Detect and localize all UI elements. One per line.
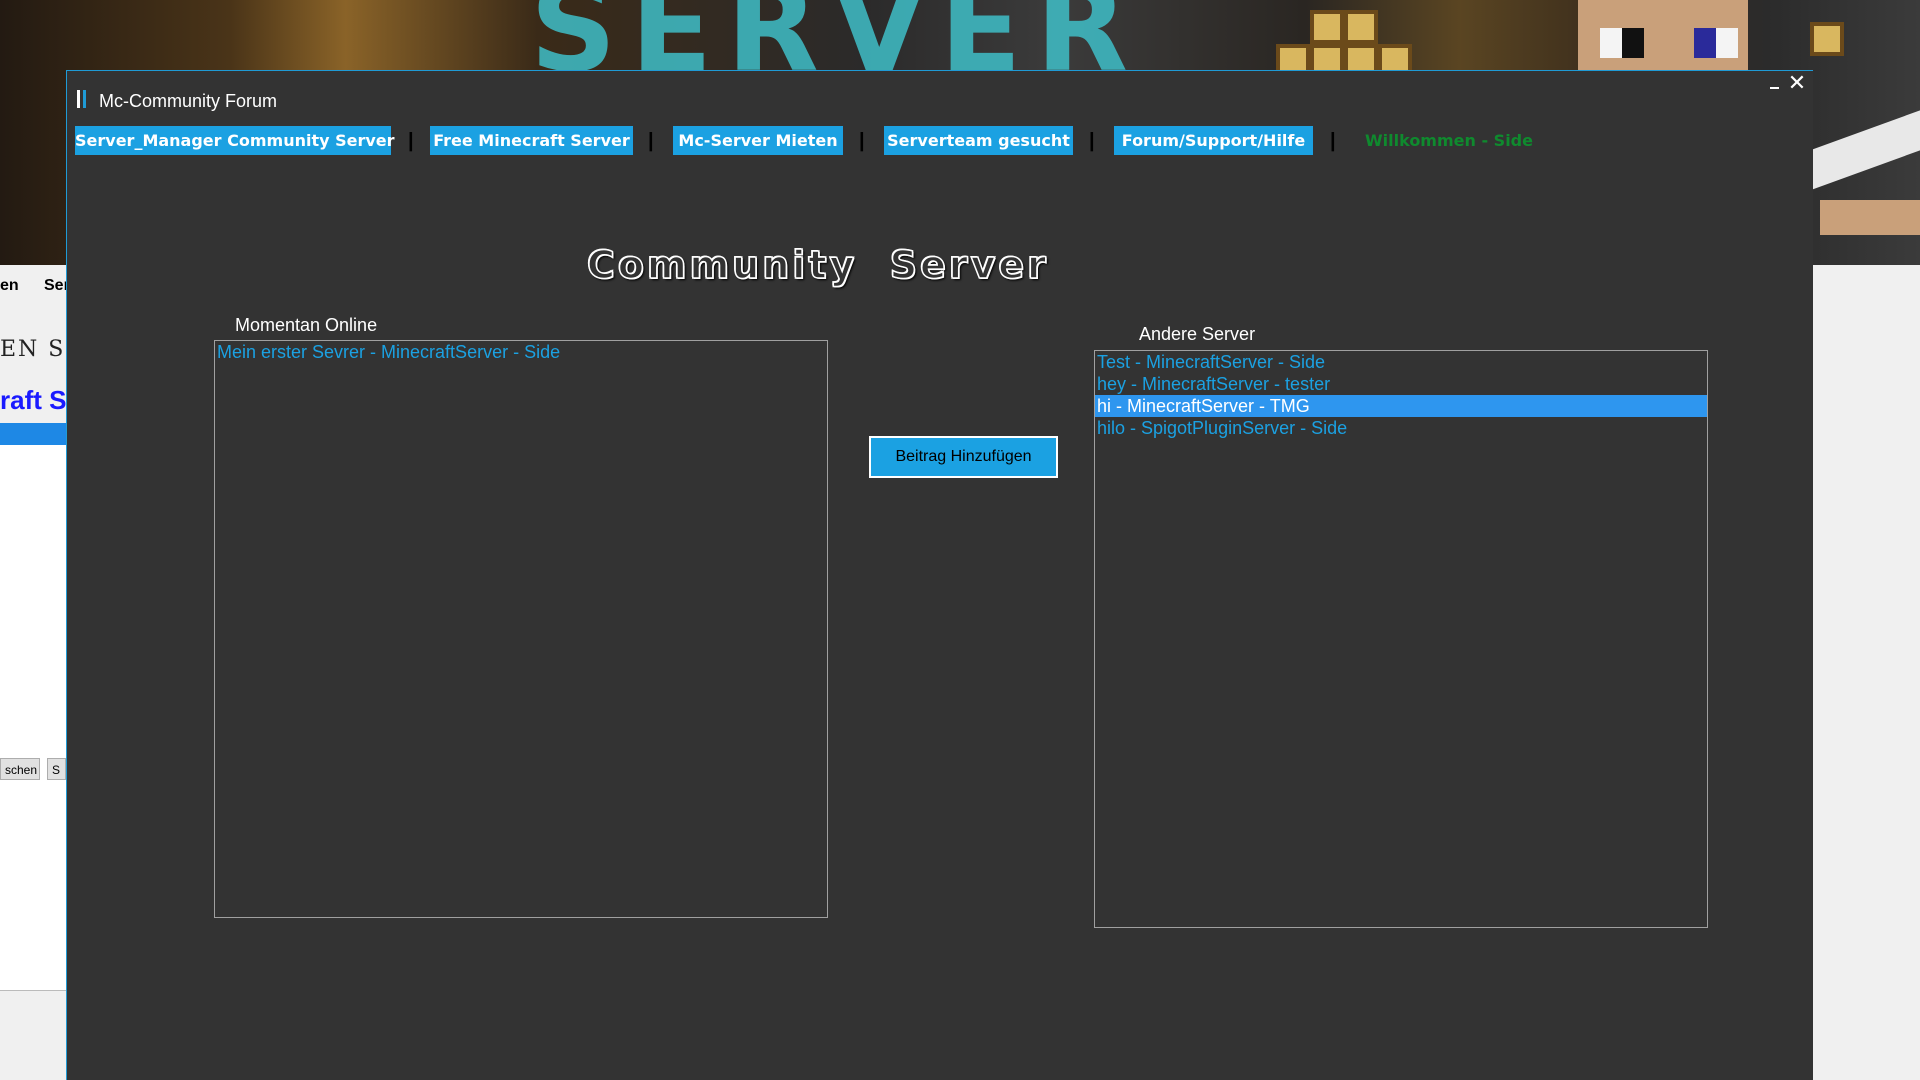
- banner-stripe: [1812, 110, 1920, 190]
- background-right-panel: [1813, 265, 1920, 1080]
- page-title: Community Server: [586, 242, 1049, 288]
- banner-crate: [1310, 10, 1344, 44]
- bg-button[interactable]: S: [47, 758, 66, 780]
- nav-server-mieten-button[interactable]: Mc-Server Mieten: [673, 126, 843, 155]
- bg-blue-bar: [0, 423, 66, 445]
- other-servers-label: Andere Server: [1139, 324, 1256, 344]
- bg-text-fragment: Ser: [44, 277, 66, 294]
- banner-crate: [1810, 22, 1844, 56]
- nav-server-manager-button[interactable]: Server_Manager Community Server: [75, 126, 395, 155]
- online-list-label: Momentan Online: [235, 315, 378, 335]
- title-bar[interactable]: Mc-Community Forum ✕: [67, 71, 1813, 111]
- list-item-selected[interactable]: hi - MinecraftServer - TMG: [1095, 395, 1707, 417]
- nav-forum-support-button[interactable]: Forum/Support/Hilfe: [1114, 126, 1313, 155]
- nav-free-minecraft-server-button[interactable]: Free Minecraft Server: [430, 126, 633, 155]
- window-title: Mc-Community Forum: [99, 91, 278, 111]
- close-icon: ✕: [1787, 70, 1807, 95]
- nav-separator: |: [648, 130, 654, 152]
- nav-separator: |: [408, 130, 414, 152]
- list-item[interactable]: Mein erster Sevrer - MinecraftServer - S…: [215, 341, 827, 363]
- minimize-icon: [1770, 87, 1779, 89]
- bg-text-fragment: EN SER: [0, 337, 66, 362]
- minimize-button[interactable]: [1767, 73, 1783, 93]
- nav-separator: |: [1089, 130, 1095, 152]
- bg-text-fragment: raft S: [0, 385, 66, 415]
- app-icon: [77, 90, 87, 108]
- close-button[interactable]: ✕: [1785, 71, 1809, 95]
- list-item[interactable]: Test - MinecraftServer - Side: [1095, 351, 1707, 373]
- banner-character-eye: [1600, 28, 1622, 58]
- bg-content-area: [0, 445, 66, 991]
- nav-separator: |: [1330, 130, 1336, 152]
- add-post-button[interactable]: Beitrag Hinzufügen: [869, 436, 1058, 478]
- online-server-list[interactable]: Mein erster Sevrer - MinecraftServer - S…: [214, 340, 828, 918]
- nav-separator: |: [859, 130, 865, 152]
- banner-character-arm: [1820, 200, 1920, 235]
- other-servers-list[interactable]: Test - MinecraftServer - Side hey - Mine…: [1094, 350, 1708, 928]
- welcome-label: Willkommen - Side: [1365, 131, 1533, 150]
- list-item[interactable]: hilo - SpigotPluginServer - Side: [1095, 417, 1707, 439]
- banner-character-eye: [1694, 28, 1716, 58]
- nav-serverteam-gesucht-button[interactable]: Serverteam gesucht: [884, 126, 1073, 155]
- bg-button[interactable]: schen: [0, 758, 40, 780]
- main-window: Mc-Community Forum ✕ Server_Manager Comm…: [66, 70, 1813, 1080]
- banner-character-eye: [1716, 28, 1738, 58]
- nav-bar: Server_Manager Community Server | Free M…: [75, 126, 1775, 156]
- list-item[interactable]: hey - MinecraftServer - tester: [1095, 373, 1707, 395]
- banner-character-eye: [1622, 28, 1644, 58]
- background-browser-page: en Ser EN SER raft S schen S: [0, 265, 66, 1080]
- banner-crate: [1344, 10, 1378, 44]
- bg-text-fragment: en: [0, 277, 19, 294]
